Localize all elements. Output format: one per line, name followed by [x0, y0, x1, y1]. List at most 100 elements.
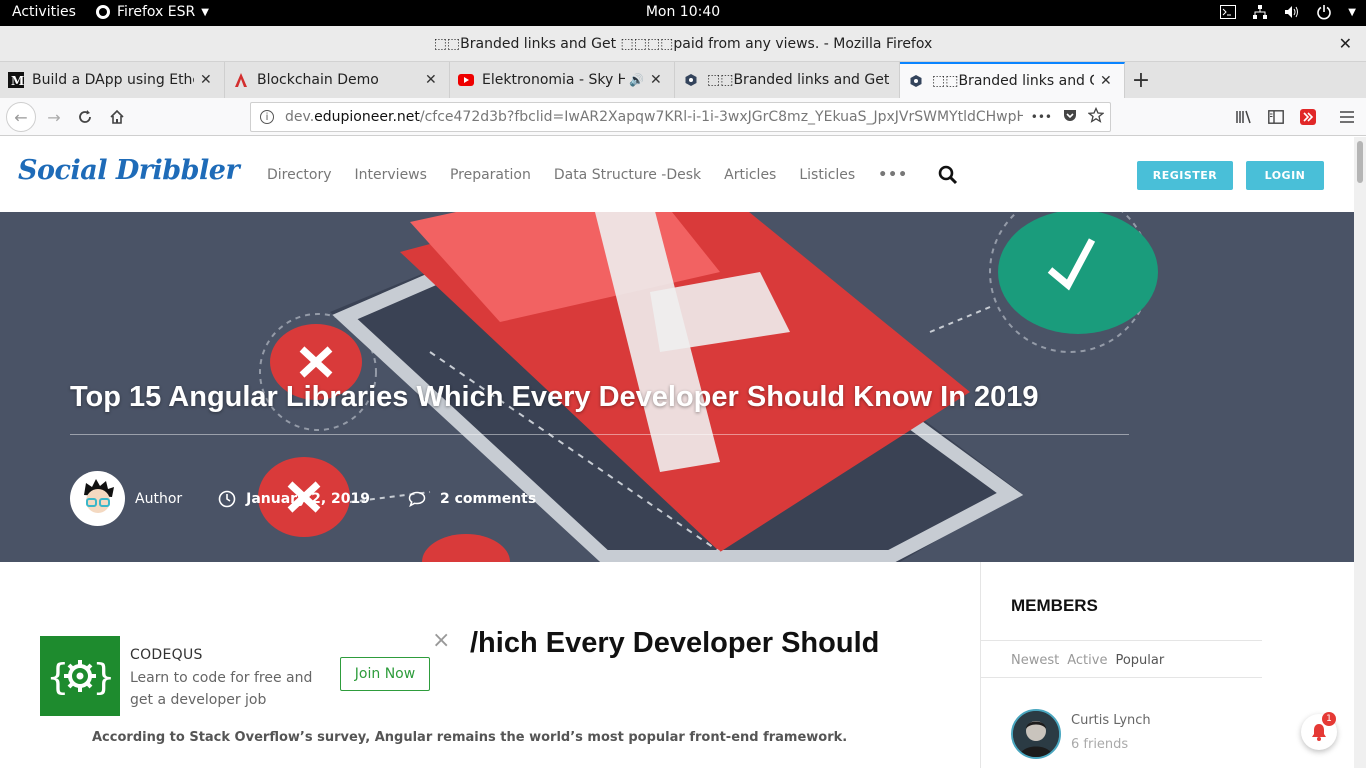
youtube-icon: [458, 72, 474, 88]
site-logo[interactable]: Social Dribbler: [18, 155, 240, 186]
tab-label: Elektronomia - Sky Hig: [482, 72, 625, 88]
app-menu[interactable]: Firefox ESR ▼: [95, 4, 209, 20]
window-titlebar: ⬚⬚Branded links and Get ⬚⬚⬚⬚paid from an…: [0, 26, 1366, 62]
power-icon[interactable]: [1316, 4, 1332, 20]
tab-active[interactable]: Active: [1067, 653, 1107, 668]
volume-icon[interactable]: [1284, 4, 1300, 20]
chevron-down-icon: ▼: [201, 6, 209, 18]
hex-icon: [908, 73, 924, 89]
tab-label: Build a DApp using Ethere: [32, 72, 194, 88]
close-ad-icon[interactable]: ×: [432, 628, 450, 653]
clock[interactable]: Mon 10:40: [646, 4, 720, 20]
article-title: Top 15 Angular Libraries Which Every Dev…: [70, 381, 1039, 413]
sidebar-icon[interactable]: [1264, 105, 1288, 129]
network-icon[interactable]: [1252, 4, 1268, 20]
notification-bell-button[interactable]: 1: [1301, 712, 1337, 750]
divider: [981, 677, 1262, 678]
close-tab-icon[interactable]: ✕: [1100, 73, 1114, 89]
menu-item-interviews[interactable]: Interviews: [355, 167, 427, 183]
register-button[interactable]: REGISTER: [1137, 161, 1233, 190]
firefox-icon: [96, 5, 110, 19]
url-bar[interactable]: i dev. edupioneer.net/cfce472d3b?fbclid=I…: [250, 102, 1111, 132]
codequs-logo: {}: [40, 636, 120, 716]
member-friends-count: 6 friends: [1071, 737, 1129, 752]
bookmark-star-icon[interactable]: [1087, 106, 1105, 127]
member-name[interactable]: Curtis Lynch: [1071, 713, 1151, 728]
hero-banner: Top 15 Angular Libraries Which Every Dev…: [0, 212, 1354, 562]
app-name: Firefox ESR: [117, 4, 196, 20]
gear-brackets-icon: {}: [47, 657, 115, 698]
back-button[interactable]: ←: [6, 102, 36, 132]
url-path: /cfce472d3b?fbclid=IwAR2Xapqw7KRl-i-1i-3…: [419, 109, 1032, 125]
window-title: ⬚⬚Branded links and Get ⬚⬚⬚⬚paid from an…: [433, 36, 933, 52]
reload-button[interactable]: [73, 105, 97, 129]
comments-link[interactable]: 2 comments: [440, 491, 536, 507]
scrollbar-thumb[interactable]: [1357, 141, 1363, 183]
menu-item-listicles[interactable]: Listicles: [799, 167, 855, 183]
library-icon[interactable]: [1232, 105, 1256, 129]
ad-description: Learn to code for free and get a develop…: [130, 670, 313, 708]
pocket-icon[interactable]: [1062, 107, 1078, 127]
svg-text:M: M: [11, 74, 24, 88]
home-button[interactable]: [105, 105, 129, 129]
article-heading: /hich Every Developer Should: [470, 627, 880, 659]
site-menu: Directory Interviews Preparation Data St…: [267, 167, 908, 183]
hero-divider: [70, 434, 1129, 435]
menu-item-articles[interactable]: Articles: [724, 167, 776, 183]
home-icon: [110, 109, 124, 124]
author-name[interactable]: Author: [135, 491, 182, 507]
tab-popular[interactable]: Popular: [1115, 653, 1164, 668]
clock-icon: [218, 490, 236, 507]
navigation-toolbar: ← → i dev. edupioneer.net/cfce472d3b?fbcl…: [0, 98, 1366, 136]
menu-more-button[interactable]: •••: [878, 167, 908, 183]
forward-button[interactable]: →: [42, 105, 66, 129]
angular-a-icon: [233, 72, 249, 88]
menu-item-data-structure-desk[interactable]: Data Structure -Desk: [554, 167, 701, 183]
close-tab-icon[interactable]: ✕: [425, 72, 439, 88]
system-menu-chevron-icon[interactable]: ▼: [1348, 7, 1356, 18]
speaker-icon[interactable]: 🔊: [629, 73, 644, 87]
reload-icon: [79, 110, 91, 123]
article-intro: According to Stack Overflow’s survey, An…: [92, 730, 848, 745]
tab-label: ⬚⬚Branded links and Get ⬚: [707, 72, 889, 88]
tab-build-dapp[interactable]: M Build a DApp using Ethere ✕: [0, 62, 225, 98]
member-item[interactable]: Curtis Lynch 6 friends: [1011, 709, 1151, 759]
search-button[interactable]: [938, 165, 958, 189]
members-filter-tabs: Newest Active Popular: [1011, 653, 1164, 668]
url-prefix: dev.: [285, 109, 315, 125]
members-widget: MEMBERS Newest Active Popular Curtis Lyn…: [980, 562, 1354, 768]
close-tab-icon[interactable]: ✕: [200, 72, 214, 88]
hamburger-menu-icon[interactable]: [1335, 105, 1359, 129]
tab-label: Blockchain Demo: [257, 72, 379, 88]
close-tab-icon[interactable]: ✕: [650, 72, 664, 88]
activities-button[interactable]: Activities: [12, 4, 76, 20]
article-date[interactable]: January 2, 2019: [246, 491, 370, 507]
tab-newest[interactable]: Newest: [1011, 653, 1059, 668]
tab-label: ⬚⬚Branded links and Get ⬚: [932, 73, 1094, 89]
members-title: MEMBERS: [1011, 596, 1098, 615]
site-header: Social Dribbler Directory Interviews Pre…: [0, 137, 1354, 212]
hex-icon: [683, 72, 699, 88]
extension-icon[interactable]: [1296, 105, 1320, 129]
author-avatar[interactable]: [70, 471, 125, 526]
page-scrollbar[interactable]: [1354, 137, 1366, 768]
page-actions-button[interactable]: •••: [1031, 110, 1052, 124]
login-button[interactable]: LOGIN: [1246, 161, 1324, 190]
tab-branded-links-2[interactable]: ⬚⬚Branded links and Get ⬚ ✕: [900, 62, 1125, 98]
system-top-bar: Activities Firefox ESR ▼ Mon 10:40 ▼: [0, 0, 1366, 26]
tab-elektronomia[interactable]: Elektronomia - Sky Hig 🔊 ✕: [450, 62, 675, 98]
member-avatar[interactable]: [1011, 709, 1061, 759]
new-tab-button[interactable]: +: [1125, 62, 1157, 98]
menu-item-directory[interactable]: Directory: [267, 167, 332, 183]
info-icon[interactable]: i: [260, 110, 274, 124]
menu-item-preparation[interactable]: Preparation: [450, 167, 531, 183]
join-now-button[interactable]: Join Now: [340, 657, 430, 691]
codequs-ad-popup: {} CODEQUS Learn to code for free and ge…: [22, 628, 470, 726]
close-window-icon[interactable]: ✕: [1339, 34, 1352, 53]
tab-blockchain-demo[interactable]: Blockchain Demo ✕: [225, 62, 450, 98]
medium-m-icon: M: [8, 72, 24, 88]
url-domain: edupioneer.net: [314, 109, 420, 125]
terminal-icon[interactable]: [1220, 4, 1237, 20]
tab-strip: M Build a DApp using Ethere ✕ Blockchain…: [0, 62, 1366, 98]
tab-branded-links-1[interactable]: ⬚⬚Branded links and Get ⬚: [675, 62, 900, 98]
